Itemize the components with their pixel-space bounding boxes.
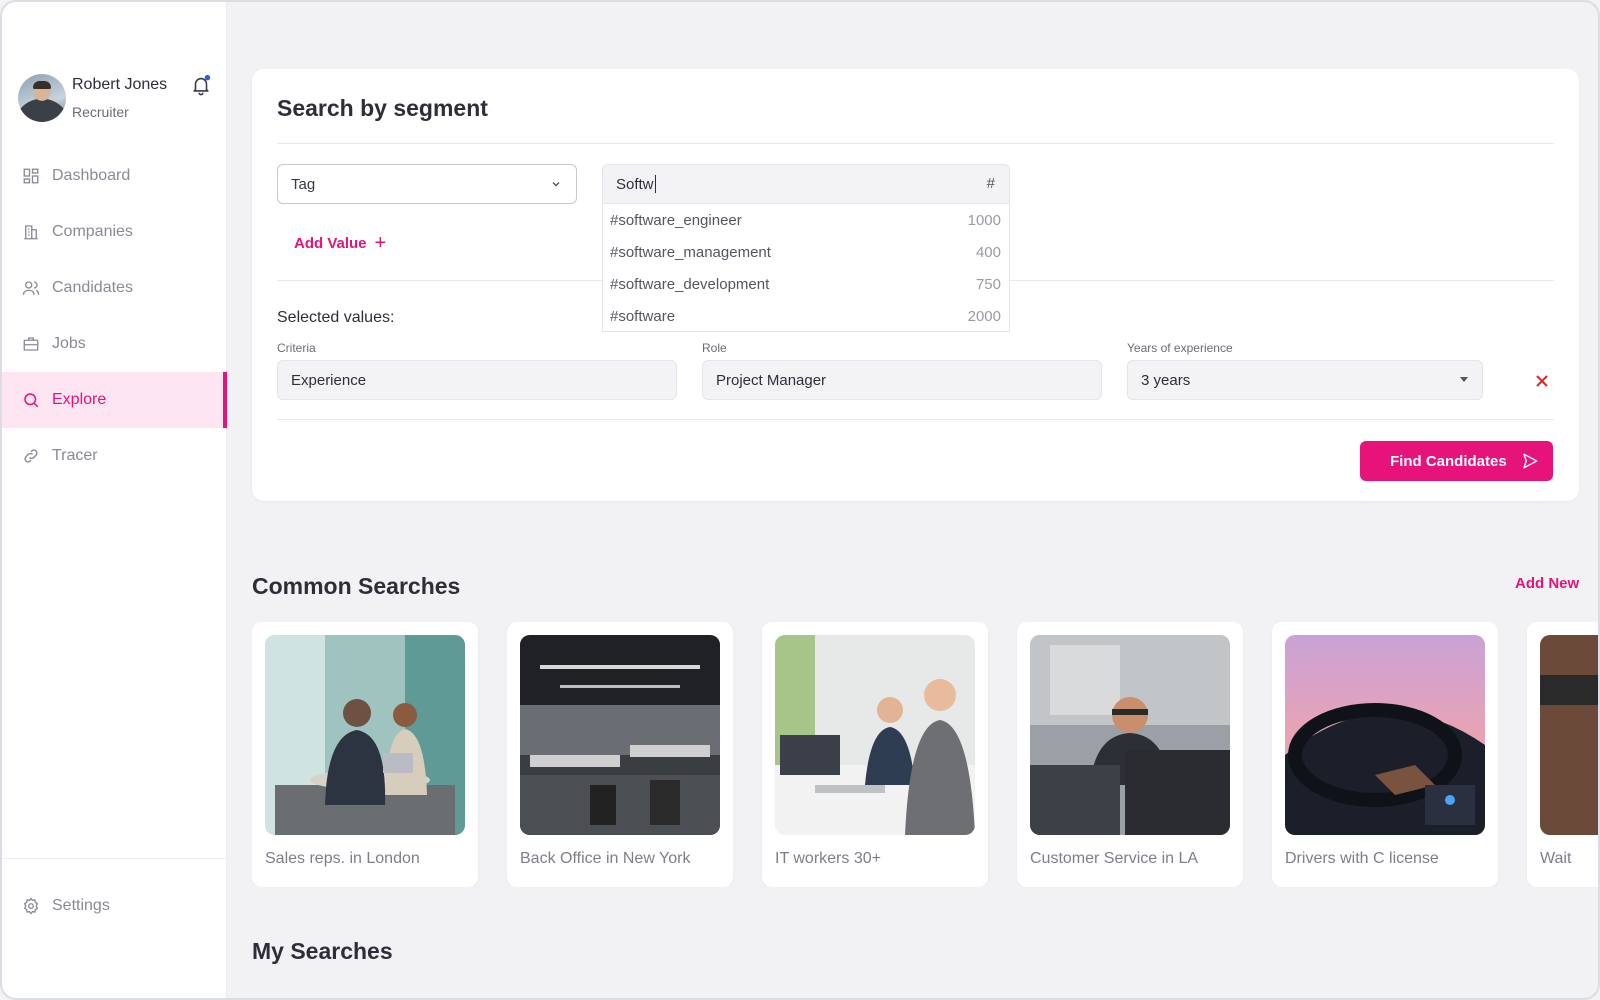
hash-icon: # — [986, 175, 995, 192]
avatar[interactable] — [18, 74, 66, 122]
common-searches-list: Sales reps. in London Back Office in New — [252, 622, 1598, 887]
briefcase-icon — [23, 337, 39, 351]
tag-search-input[interactable]: Softw # — [602, 164, 1010, 204]
suggestion-count: 2000 — [967, 307, 1001, 325]
user-name: Robert Jones — [72, 76, 168, 93]
card-title: Search by segment — [277, 95, 488, 121]
sidebar-item-label: Dashboard — [52, 167, 131, 184]
criteria-type-select[interactable]: Tag — [277, 164, 577, 204]
gear-icon — [23, 897, 39, 915]
divider — [277, 143, 1554, 144]
criteria-field[interactable]: Experience — [277, 360, 677, 400]
remove-row-icon[interactable] — [1535, 374, 1549, 388]
search-tile[interactable]: Customer Service in LA — [1017, 622, 1243, 887]
suggestion-count: 750 — [975, 275, 1001, 293]
add-value-label: Add Value — [294, 234, 367, 252]
search-by-segment-card: Search by segment Tag Softw # #software_… — [252, 69, 1579, 501]
sidebar-nav: Dashboard Companies Candidates Jobs Expl… — [2, 148, 227, 484]
criteria-type-value: Tag — [291, 175, 316, 193]
sidebar-item-explore[interactable]: Explore — [2, 372, 227, 428]
find-candidates-button[interactable]: Find Candidates — [1360, 441, 1553, 481]
find-candidates-label: Find Candidates — [1390, 452, 1507, 470]
plus-icon: + — [374, 232, 387, 254]
role-value: Project Manager — [716, 371, 827, 389]
sidebar-item-label: Companies — [52, 223, 133, 240]
add-new-link[interactable]: Add New — [1515, 575, 1579, 592]
sidebar-item-settings[interactable]: Settings — [22, 897, 110, 915]
search-tile[interactable]: IT workers 30+ — [762, 622, 988, 887]
send-icon — [1523, 453, 1538, 469]
tag-suggestions-dropdown: #software_engineer 1000 #software_manage… — [602, 204, 1010, 332]
tile-label: IT workers 30+ — [775, 850, 881, 867]
suggestion-item[interactable]: #software_development 750 — [603, 268, 1009, 300]
tile-image — [1030, 635, 1230, 835]
search-tile[interactable]: Back Office in New York — [507, 622, 733, 887]
sidebar-item-candidates[interactable]: Candidates — [2, 260, 227, 316]
years-value: 3 years — [1141, 371, 1191, 389]
search-tile[interactable]: Sales reps. in London — [252, 622, 478, 887]
dashboard-icon — [23, 168, 39, 184]
app-window: Robert Jones Recruiter Dashboard Compani… — [0, 0, 1600, 1000]
tile-image — [1540, 635, 1598, 835]
suggestion-item[interactable]: #software 2000 — [603, 300, 1009, 332]
sidebar-item-label: Candidates — [52, 279, 133, 296]
criteria-value: Experience — [291, 371, 367, 389]
suggestion-tag: #software — [610, 307, 676, 325]
role-label: Role — [702, 341, 727, 355]
selected-values-heading: Selected values: — [277, 309, 395, 326]
sidebar-item-label: Explore — [52, 391, 107, 408]
tile-label: Sales reps. in London — [265, 850, 420, 867]
user-role: Recruiter — [72, 104, 129, 120]
tile-image — [520, 635, 720, 835]
divider — [277, 419, 1554, 420]
search-icon — [24, 393, 39, 408]
link-icon — [24, 449, 38, 463]
tile-label: Back Office in New York — [520, 850, 691, 867]
sidebar-item-jobs[interactable]: Jobs — [2, 316, 227, 372]
suggestion-item[interactable]: #software_management 400 — [603, 236, 1009, 268]
tile-label: Drivers with C license — [1285, 850, 1439, 867]
bell-icon[interactable] — [190, 74, 212, 96]
suggestion-tag: #software_management — [610, 243, 771, 261]
sidebar-item-label: Tracer — [52, 447, 98, 464]
suggestion-count: 400 — [975, 243, 1001, 261]
tile-label: Wait — [1540, 850, 1572, 867]
suggestion-count: 1000 — [967, 211, 1001, 229]
settings-label: Settings — [52, 897, 110, 914]
tile-image — [265, 635, 465, 835]
suggestion-tag: #software_engineer — [610, 211, 742, 229]
sidebar-footer: Settings — [2, 858, 227, 915]
search-tile[interactable]: Drivers with C license — [1272, 622, 1498, 887]
sidebar-item-companies[interactable]: Companies — [2, 204, 227, 260]
criteria-label: Criteria — [277, 341, 316, 355]
role-field[interactable]: Project Manager — [702, 360, 1102, 400]
users-icon — [22, 281, 40, 295]
tile-label: Customer Service in LA — [1030, 850, 1199, 867]
text-caret — [654, 175, 656, 193]
search-tile[interactable]: Wait — [1527, 622, 1598, 887]
suggestion-tag: #software_development — [610, 275, 770, 293]
tag-input-value: Softw — [616, 175, 654, 193]
user-profile[interactable]: Robert Jones Recruiter — [18, 74, 218, 124]
sidebar-item-tracer[interactable]: Tracer — [2, 428, 227, 484]
tile-image — [1285, 635, 1485, 835]
sidebar-item-dashboard[interactable]: Dashboard — [2, 148, 227, 204]
suggestion-item[interactable]: #software_engineer 1000 — [603, 204, 1009, 236]
chevron-down-icon — [552, 182, 560, 187]
add-value-button[interactable]: Add Value + — [294, 233, 386, 253]
sidebar: Robert Jones Recruiter Dashboard Compani… — [2, 2, 227, 998]
common-searches-title: Common Searches — [252, 573, 461, 599]
caret-down-icon — [1460, 377, 1468, 382]
tile-image — [775, 635, 975, 835]
my-searches-title: My Searches — [252, 938, 393, 964]
building-icon — [24, 225, 38, 240]
sidebar-item-label: Jobs — [52, 335, 86, 352]
years-of-experience-select[interactable]: 3 years — [1127, 360, 1483, 400]
years-label: Years of experience — [1127, 341, 1233, 355]
